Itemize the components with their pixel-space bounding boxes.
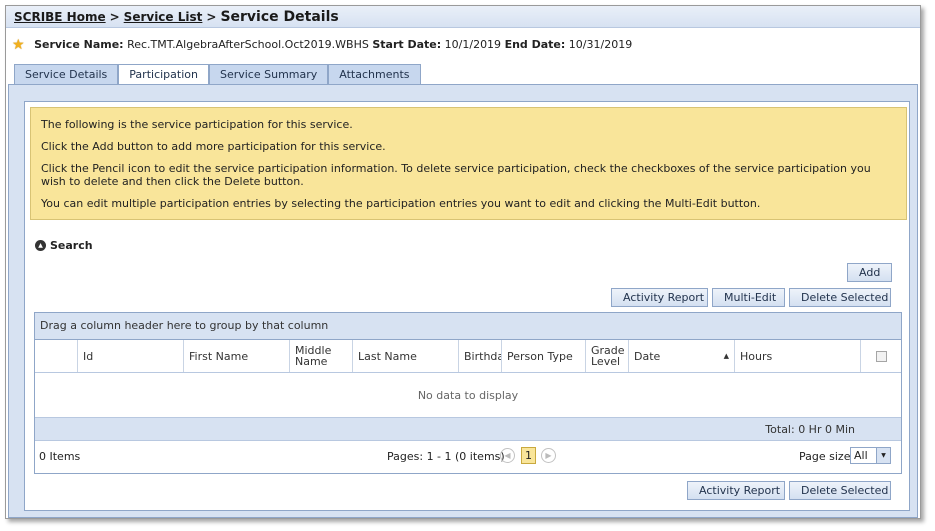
column-header-hours[interactable]: Hours [735, 340, 861, 372]
items-count: 0 Items [39, 450, 81, 463]
service-name-value: Rec.TMT.AlgebraAfterSchool.Oct2019.WBHS [127, 38, 369, 51]
delete-selected-button-bottom[interactable]: Delete Selected [789, 481, 891, 500]
app-window: SCRIBE Home > Service List > Service Details… [5, 5, 921, 519]
column-header-middle-name[interactable]: Middle Name [290, 340, 353, 372]
breadcrumb-separator: > [206, 10, 217, 24]
pager: 0 Items Pages: 1 - 1 (0 items) ◀ 1 ▶ Pag… [35, 440, 901, 471]
notice-line: Click the Add button to add more partici… [41, 140, 386, 153]
column-header-grade-level[interactable]: Grade Level [586, 340, 629, 372]
breadcrumb: SCRIBE Home > Service List > Service Details [6, 6, 920, 28]
page-number-button[interactable]: 1 [521, 447, 536, 464]
grid-empty-row: No data to display [35, 373, 901, 418]
end-date-label: End Date: [504, 38, 566, 51]
next-page-icon[interactable]: ▶ [541, 448, 556, 463]
participation-grid: Drag a column header here to group by th… [34, 312, 902, 474]
add-button[interactable]: Add [847, 263, 893, 282]
column-header-date[interactable]: Date ▲ [629, 340, 735, 372]
column-header-select-all [861, 340, 901, 372]
pages-summary: Pages: 1 - 1 (0 items) [387, 450, 505, 463]
participation-panel: The following is the service participati… [24, 101, 910, 511]
column-header-id[interactable]: Id [78, 340, 184, 372]
column-header-first-name[interactable]: First Name [184, 340, 290, 372]
column-header-person-type[interactable]: Person Type [502, 340, 586, 372]
column-header-birthdate[interactable]: Birthdate [459, 340, 502, 372]
start-date-value: 10/1/2019 [444, 38, 502, 51]
end-date-value: 10/31/2019 [568, 38, 633, 51]
column-header-date-label: Date [634, 349, 661, 363]
search-label: Search [50, 239, 93, 252]
service-info: ★ Service Name: Rec.TMT.AlgebraAfterScho… [12, 37, 632, 53]
breadcrumb-service-list-link[interactable]: Service List [124, 10, 203, 24]
page-size-label: Page size: [799, 450, 855, 463]
column-header-edit [35, 340, 78, 372]
start-date-label: Start Date: [372, 38, 442, 51]
tab-attachments[interactable]: Attachments [328, 64, 421, 84]
total-hours: Total: 0 Hr 0 Min [765, 422, 855, 436]
sort-ascending-icon: ▲ [723, 351, 729, 360]
collapse-icon[interactable]: ▲ [35, 240, 46, 251]
page-size-select[interactable]: All ▼ [850, 447, 891, 464]
tab-service-details[interactable]: Service Details [14, 64, 119, 84]
grid-header-row: Id First Name Middle Name Last Name Birt… [35, 340, 901, 373]
breadcrumb-separator: > [109, 10, 120, 24]
tab-participation[interactable]: Participation [118, 64, 209, 85]
grid-footer-row: Total: 0 Hr 0 Min [35, 418, 901, 440]
tab-panel: The following is the service participati… [8, 84, 918, 518]
group-by-panel[interactable]: Drag a column header here to group by th… [35, 313, 901, 340]
notice-line: You can edit multiple participation entr… [41, 197, 761, 210]
notice-line: The following is the service participati… [41, 118, 353, 131]
column-header-last-name[interactable]: Last Name [353, 340, 459, 372]
previous-page-icon[interactable]: ◀ [500, 448, 515, 463]
tab-bar: Service Details Participation Service Su… [14, 64, 421, 85]
select-all-checkbox[interactable] [875, 350, 887, 362]
page-size-value: All [854, 449, 868, 462]
activity-report-button-bottom[interactable]: Activity Report [687, 481, 785, 500]
tab-service-summary[interactable]: Service Summary [208, 64, 329, 84]
service-name-label: Service Name: [34, 38, 124, 51]
delete-selected-button[interactable]: Delete Selected [789, 288, 891, 307]
chevron-down-icon[interactable]: ▼ [876, 448, 890, 463]
star-icon[interactable]: ★ [12, 37, 25, 53]
search-toggle[interactable]: ▲ Search [35, 239, 93, 252]
notice-line: Click the Pencil icon to edit the servic… [41, 162, 871, 188]
instructions-notice: The following is the service participati… [30, 107, 907, 220]
activity-report-button[interactable]: Activity Report [611, 288, 708, 307]
multi-edit-button[interactable]: Multi-Edit [712, 288, 785, 307]
breadcrumb-home-link[interactable]: SCRIBE Home [14, 10, 106, 24]
page-title: Service Details [220, 9, 339, 25]
